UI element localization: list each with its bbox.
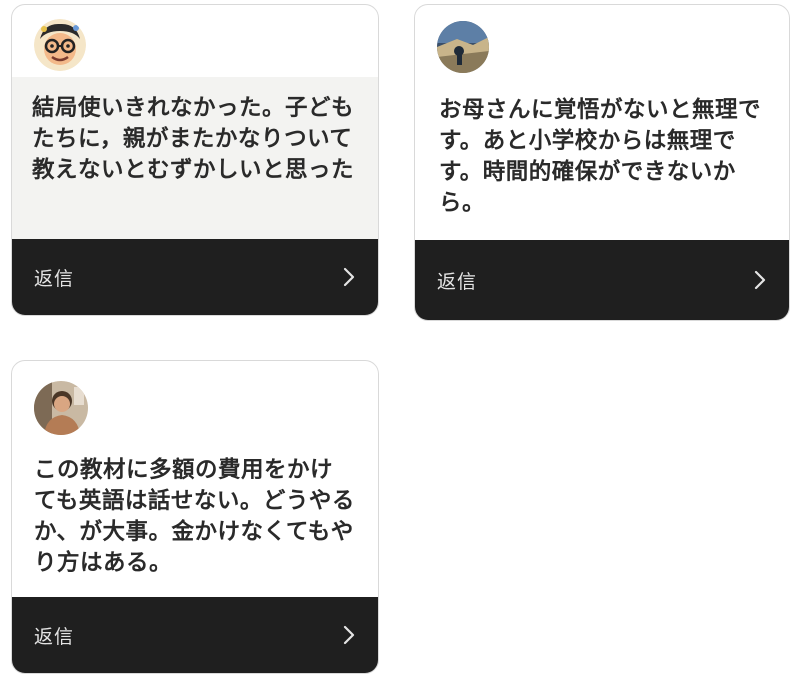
comment-grid: 結局使いきれなかった。子どもたちに，親がまたかなりついて教えないとむずかしいと思…: [0, 0, 800, 681]
comment-card: この教材に多額の費用をかけても英語は話せない。どうやるか、が大事。金かけなくても…: [11, 360, 379, 674]
avatar-photo-person-icon: [34, 381, 88, 435]
reply-label: 返信: [34, 267, 75, 290]
comment-body: 結局使いきれなかった。子どもたちに，親がまたかなりついて教えないとむずかしいと思…: [12, 77, 378, 239]
comment-text: お母さんに覚悟がないと無理です。あと小学校からは無理です。時間的確保ができないか…: [439, 97, 762, 216]
reply-button[interactable]: 返信: [415, 240, 789, 320]
comment-body: この教材に多額の費用をかけても英語は話せない。どうやるか、が大事。金かけなくても…: [12, 441, 378, 597]
avatar-cartoon-glasses-man-icon: [34, 19, 86, 71]
reply-label: 返信: [437, 270, 478, 293]
chevron-right-icon: [754, 270, 766, 290]
chevron-right-icon: [343, 267, 355, 287]
reply-button[interactable]: 返信: [12, 239, 378, 315]
comment-card: 結局使いきれなかった。子どもたちに，親がまたかなりついて教えないとむずかしいと思…: [11, 4, 379, 316]
avatar[interactable]: [34, 381, 88, 435]
comment-card: お母さんに覚悟がないと無理です。あと小学校からは無理です。時間的確保ができないか…: [414, 4, 790, 321]
chevron-right-icon: [343, 625, 355, 645]
comment-text: この教材に多額の費用をかけても英語は話せない。どうやるか、が大事。金かけなくても…: [34, 457, 355, 576]
comment-text: 結局使いきれなかった。子どもたちに，親がまたかなりついて教えないとむずかしいと思…: [32, 95, 355, 183]
avatar-photo-landscape-icon: [437, 21, 489, 73]
avatar[interactable]: [437, 21, 489, 73]
avatar[interactable]: [34, 19, 86, 71]
reply-label: 返信: [34, 625, 75, 648]
comment-body: お母さんに覚悟がないと無理です。あと小学校からは無理です。時間的確保ができないか…: [415, 77, 789, 240]
reply-button[interactable]: 返信: [12, 597, 378, 673]
